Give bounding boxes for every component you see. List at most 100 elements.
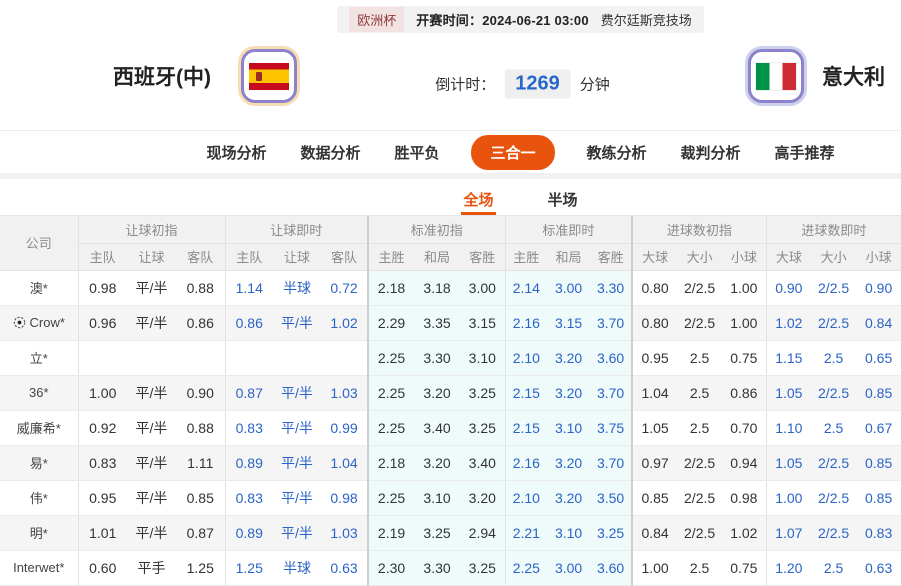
odds-value: 0.63 xyxy=(856,550,901,585)
tab-half-match[interactable]: 半场 xyxy=(546,189,580,215)
odds-value: 1.25 xyxy=(176,550,225,585)
odds-value: 0.67 xyxy=(856,410,901,445)
odds-value: 2.16 xyxy=(505,445,547,480)
odds-value: 1.00 xyxy=(632,550,677,585)
odds-value: 0.92 xyxy=(78,410,127,445)
nav-tab-three-in-one[interactable]: 三合一 xyxy=(471,135,554,170)
nav-tab-expert-picks[interactable]: 高手推荐 xyxy=(773,135,837,170)
tab-full-match[interactable]: 全场 xyxy=(461,189,495,215)
odds-value: 3.10 xyxy=(414,480,460,515)
sub-header: 客胜 xyxy=(460,243,505,270)
home-team: 西班牙(中) xyxy=(113,49,297,103)
odds-value: 3.00 xyxy=(547,550,590,585)
odds-value: 0.75 xyxy=(722,340,766,375)
odds-value: 2/2.5 xyxy=(811,445,856,480)
odds-value: 1.04 xyxy=(632,375,677,410)
odds-value: 0.87 xyxy=(225,375,273,410)
company-cell: Interwet* xyxy=(0,550,78,585)
nav-tab-live-analysis[interactable]: 现场分析 xyxy=(204,135,268,170)
odds-value: 3.40 xyxy=(414,410,460,445)
odds-value: 平/半 xyxy=(273,305,321,340)
odds-value: 2.25 xyxy=(368,410,414,445)
countdown-value: 1269 xyxy=(504,70,571,99)
odds-value: 0.90 xyxy=(176,375,225,410)
odds-value: 3.00 xyxy=(547,270,590,305)
odds-value: 0.95 xyxy=(632,340,677,375)
nav-tabs: 现场分析数据分析胜平负三合一教练分析裁判分析高手推荐 xyxy=(70,131,901,173)
nav-tab-win-draw-lose[interactable]: 胜平负 xyxy=(392,135,441,170)
sub-header: 主胜 xyxy=(505,243,547,270)
odds-value: 0.89 xyxy=(225,515,273,550)
odds-value: 1.02 xyxy=(722,515,766,550)
home-flag-box xyxy=(241,49,297,103)
odds-value: 3.15 xyxy=(547,305,590,340)
sub-header: 大小 xyxy=(811,243,856,270)
odds-row: 明*1.01平/半0.870.89平/半1.032.193.252.942.21… xyxy=(0,515,901,550)
odds-value: 0.96 xyxy=(78,305,127,340)
odds-value: 3.10 xyxy=(460,340,505,375)
odds-value: 3.20 xyxy=(460,480,505,515)
odds-value: 2.10 xyxy=(505,340,547,375)
odds-value: 2.15 xyxy=(505,375,547,410)
odds-value: 1.00 xyxy=(78,375,127,410)
odds-value: 2/2.5 xyxy=(677,515,722,550)
kickoff-time: 开赛时间：2024-06-21 03:00 xyxy=(416,10,589,29)
odds-value: 3.20 xyxy=(414,375,460,410)
odds-value: 2.5 xyxy=(677,410,722,445)
page: 欧洲杯 开赛时间：2024-06-21 03:00 费尔廷斯竞技场 西班牙(中)… xyxy=(0,0,901,586)
odds-value: 3.60 xyxy=(590,550,632,585)
odds-value: 平/半 xyxy=(127,480,176,515)
odds-value: 0.85 xyxy=(856,445,901,480)
nav-tab-referee-analysis[interactable]: 裁判分析 xyxy=(679,135,743,170)
odds-value: 3.20 xyxy=(547,340,590,375)
odds-value: 平/半 xyxy=(273,515,321,550)
sub-header: 大球 xyxy=(632,243,677,270)
odds-value: 3.20 xyxy=(414,445,460,480)
odds-value: 3.00 xyxy=(460,270,505,305)
odds-value: 半球 xyxy=(273,550,321,585)
odds-value: 3.25 xyxy=(460,410,505,445)
odds-value: 3.25 xyxy=(460,550,505,585)
sub-header: 主队 xyxy=(78,243,127,270)
sub-header: 客队 xyxy=(321,243,368,270)
venue: 费尔廷斯竞技场 xyxy=(601,10,692,29)
group-header-goals-initial: 进球数初指 xyxy=(632,216,766,243)
odds-value: 0.88 xyxy=(176,410,225,445)
odds-value: 3.15 xyxy=(460,305,505,340)
sub-header: 大球 xyxy=(766,243,811,270)
company-name: 立* xyxy=(30,351,48,366)
company-name: 威廉希* xyxy=(17,421,61,436)
odds-value: 2.25 xyxy=(505,550,547,585)
odds-value: 3.25 xyxy=(460,375,505,410)
odds-value: 1.25 xyxy=(225,550,273,585)
odds-value xyxy=(176,340,225,375)
odds-value: 0.75 xyxy=(722,550,766,585)
odds-value: 平/半 xyxy=(127,305,176,340)
odds-value: 平/半 xyxy=(127,515,176,550)
odds-table: 公司让球初指让球即时标准初指标准即时进球数初指进球数即时主队让球客队主队让球客队… xyxy=(0,216,901,586)
odds-value: 1.14 xyxy=(225,270,273,305)
odds-value: 3.20 xyxy=(547,445,590,480)
odds-value: 2.25 xyxy=(368,340,414,375)
odds-value: 2/2.5 xyxy=(677,305,722,340)
nav-tab-coach-analysis[interactable]: 教练分析 xyxy=(585,135,649,170)
sub-header: 让球 xyxy=(127,243,176,270)
odds-value: 3.10 xyxy=(547,410,590,445)
odds-value: 3.25 xyxy=(590,515,632,550)
odds-value: 平/半 xyxy=(273,375,321,410)
group-header-handicap-initial: 让球初指 xyxy=(78,216,225,243)
nav-tab-data-analysis[interactable]: 数据分析 xyxy=(298,135,362,170)
odds-value: 0.80 xyxy=(632,270,677,305)
odds-value: 0.84 xyxy=(856,305,901,340)
odds-value: 0.87 xyxy=(176,515,225,550)
odds-value: 1.10 xyxy=(766,410,811,445)
odds-value: 2.18 xyxy=(368,445,414,480)
countdown: 倒计时： 1269 分钟 xyxy=(435,70,610,99)
odds-value: 2.29 xyxy=(368,305,414,340)
odds-value: 1.00 xyxy=(722,305,766,340)
odds-value: 平/半 xyxy=(127,445,176,480)
odds-value: 2/2.5 xyxy=(677,270,722,305)
company-name: 36* xyxy=(29,385,49,400)
odds-value: 1.03 xyxy=(321,375,368,410)
odds-value: 0.85 xyxy=(856,375,901,410)
